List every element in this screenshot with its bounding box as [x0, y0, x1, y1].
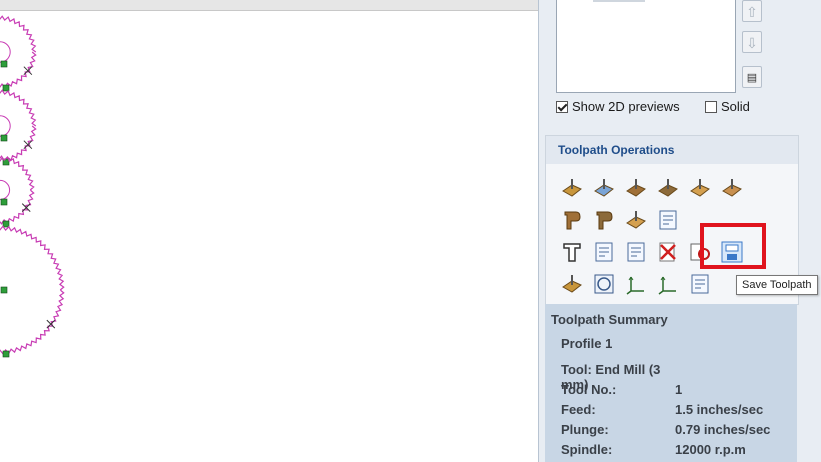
- summary-row: Plunge: 0.79 inches/sec: [561, 422, 771, 437]
- solid-checkbox[interactable]: [705, 100, 717, 113]
- list-header: [593, 0, 645, 2]
- summary-row: Feed: 1.5 inches/sec: [561, 402, 764, 417]
- pocket-toolpath-icon[interactable]: [592, 176, 616, 200]
- gcode-merge-icon[interactable]: [624, 240, 648, 264]
- drill-toolpath-icon[interactable]: [624, 176, 648, 200]
- toolpath-node: [0, 60, 8, 68]
- preview-toolpath-icon[interactable]: [592, 272, 616, 296]
- show-2d-previews-option[interactable]: Show 2D previews: [556, 99, 680, 114]
- toolpath-summary: Toolpath Summary Profile 1 Tool: End Mil…: [545, 304, 797, 462]
- toolpath-circle: [0, 155, 35, 225]
- fluting-toolpath-icon[interactable]: [592, 208, 616, 232]
- move-down-button[interactable]: ⇩: [742, 31, 762, 53]
- delete-toolpath-icon[interactable]: [656, 240, 680, 264]
- inlay-toolpath-icon[interactable]: [656, 176, 680, 200]
- moulding-toolpath-icon[interactable]: [624, 208, 648, 232]
- toolpath-node: [2, 220, 10, 228]
- toolpath-panel: ⇧ ⇩ ▤ Show 2D previews Solid Toolpath Op…: [538, 0, 821, 462]
- toolpath-inner-arc: [0, 115, 11, 137]
- toolpath-operations-title: Toolpath Operations: [546, 136, 798, 164]
- move-up-button[interactable]: ⇧: [742, 0, 762, 22]
- texture-toolpath-icon[interactable]: [720, 176, 744, 200]
- drawing-canvas[interactable]: [0, 0, 538, 462]
- show-2d-previews-label: Show 2D previews: [572, 99, 680, 114]
- save-toolpath-highlight: [700, 223, 766, 269]
- vcarve-toolpath-icon[interactable]: [688, 176, 712, 200]
- toolpath-node: [2, 350, 10, 358]
- clipboard-icon: ▤: [746, 72, 758, 84]
- material-setup-icon[interactable]: [560, 272, 584, 296]
- toolpath-node: [2, 84, 10, 92]
- summary-row: Spindle: 12000 r.p.m: [561, 442, 746, 457]
- summary-operation: Profile 1: [561, 336, 613, 351]
- gcode-edit-icon[interactable]: [592, 240, 616, 264]
- toolpath-node: [0, 286, 8, 294]
- show-2d-previews-checkbox[interactable]: [556, 100, 568, 113]
- toolpath-inner-arc: [0, 179, 11, 201]
- toolpath-circle: [0, 89, 37, 163]
- arrow-up-icon: ⇧: [746, 4, 758, 20]
- summary-row: Tool No.: 1: [561, 382, 683, 397]
- export-toolpath-icon[interactable]: [688, 272, 712, 296]
- toolpath-list[interactable]: [556, 0, 736, 93]
- solid-option[interactable]: Solid: [705, 99, 750, 114]
- toolpath-preview: [0, 15, 65, 358]
- toolpath-inner-arc: [0, 41, 11, 63]
- toolpath-list-button[interactable]: ▤: [742, 66, 762, 88]
- xyz-origin-icon[interactable]: [624, 272, 648, 296]
- arrow-down-icon: ⇩: [746, 35, 758, 51]
- toolpath-circle: [0, 15, 37, 89]
- save-toolpath-tooltip: Save Toolpath: [736, 275, 818, 295]
- solid-label: Solid: [721, 99, 750, 114]
- text-engraving-icon[interactable]: [560, 240, 584, 264]
- prism-carve-icon[interactable]: [560, 208, 584, 232]
- summary-title: Toolpath Summary: [551, 312, 668, 327]
- toolpath-node: [0, 134, 8, 142]
- toolpath-node: [0, 198, 8, 206]
- calculator-icon[interactable]: [656, 208, 680, 232]
- zero-plane-icon[interactable]: [656, 272, 680, 296]
- profile-toolpath-icon[interactable]: [560, 176, 584, 200]
- toolpath-circle: [0, 225, 65, 355]
